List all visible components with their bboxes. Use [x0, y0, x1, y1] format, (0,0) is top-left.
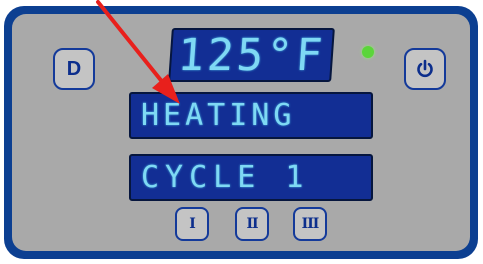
temperature-value: 125°F	[175, 29, 328, 81]
status-led-indicator	[362, 46, 374, 58]
temperature-display: 125°F	[168, 28, 335, 82]
status-display: HEATING	[129, 92, 373, 139]
cycle-3-button[interactable]: III	[293, 207, 327, 241]
cycle-text: CYCLE 1	[141, 160, 310, 195]
cycle-1-button[interactable]: I	[175, 207, 209, 241]
cycle-2-button[interactable]: II	[235, 207, 269, 241]
cycle-3-button-label: III	[301, 216, 320, 232]
d-button[interactable]: D	[53, 48, 95, 90]
cycle-display: CYCLE 1	[129, 154, 373, 201]
power-button[interactable]	[404, 48, 446, 90]
status-text: HEATING	[141, 98, 296, 133]
cycle-1-button-label: I	[189, 216, 195, 232]
power-icon	[417, 59, 433, 78]
cycle-2-button-label: II	[246, 216, 258, 232]
d-button-label: D	[66, 57, 82, 80]
controller-screenshot: D 125°F HEATING CYCLE 1 I II III	[0, 0, 483, 264]
